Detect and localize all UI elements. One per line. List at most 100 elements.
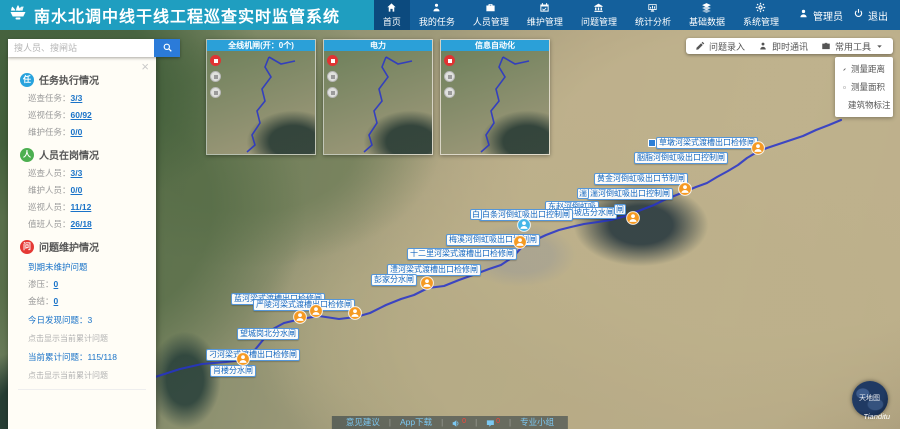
map-label[interactable]: 望城岗北分水闸: [237, 328, 299, 340]
nav-item-维护管理[interactable]: 维护管理: [518, 0, 572, 30]
section-badge-icon: 任: [20, 73, 34, 87]
minimap-body[interactable]: [441, 51, 549, 154]
minimap-toggle[interactable]: [444, 71, 455, 82]
map-label-chip[interactable]: 闸: [614, 204, 626, 215]
bottom-link-App下载[interactable]: App下载: [400, 416, 432, 429]
search-button[interactable]: [154, 39, 180, 57]
map-label[interactable]: 胭脂河倒虹吸出口控制闸: [634, 152, 728, 164]
minimap-panel-2[interactable]: 电力: [323, 39, 433, 155]
nav-label: 人员管理: [473, 15, 509, 28]
minimap-toggle[interactable]: [210, 71, 221, 82]
dropdown-item-测量距离[interactable]: 测量距离: [835, 60, 893, 78]
label-marker-icon[interactable]: [648, 139, 656, 147]
minimap-body[interactable]: [207, 51, 315, 154]
minimap-panel-1[interactable]: 全线机闸(开：0个): [206, 39, 316, 155]
personnel-marker-orange[interactable]: [348, 306, 362, 320]
tools-icon: [821, 41, 831, 51]
issue-value[interactable]: 0: [54, 296, 59, 306]
personnel-marker-orange[interactable]: [513, 235, 527, 249]
minimap-toggle-active[interactable]: [444, 55, 455, 66]
minimap-title: 电力: [324, 40, 432, 51]
dropdown-item-测量面积[interactable]: 测量面积: [835, 78, 893, 96]
toolbar-item-即时通讯[interactable]: 即时通讯: [758, 40, 808, 53]
dropdown-label: 建筑物标注: [848, 99, 891, 111]
minimap-toggle-active[interactable]: [327, 55, 338, 66]
stat-value[interactable]: 60/92: [71, 110, 92, 120]
section-header: 任任务执行情况: [20, 72, 146, 87]
minimap-toggle-active[interactable]: [210, 55, 221, 66]
section-title: 问题维护情况: [39, 239, 99, 254]
bottom-message-icon-badge[interactable]: 0: [486, 417, 500, 428]
dropdown-item-建筑物标注[interactable]: 建筑物标注: [835, 96, 893, 114]
minimap-panel-3[interactable]: 信息自动化: [440, 39, 550, 155]
user-area[interactable]: 管理员: [788, 0, 853, 30]
stat-value[interactable]: 26/18: [71, 219, 92, 229]
toolbar-item-常用工具[interactable]: 常用工具: [821, 40, 884, 53]
nav-item-我的任务[interactable]: 我的任务: [410, 0, 464, 30]
map-label-chip[interactable]: 白: [470, 209, 482, 220]
logout-label: 退出: [868, 8, 888, 23]
section-title: 任务执行情况: [39, 72, 99, 87]
personnel-marker-orange[interactable]: [420, 276, 434, 290]
map-label[interactable]: 十二里河梁式渡槽出口检修闸: [407, 248, 517, 260]
personnel-marker-orange[interactable]: [236, 352, 250, 366]
gear-icon: [754, 2, 767, 13]
page-title: 南水北调中线干线工程巡查实时监管系统: [34, 3, 340, 27]
search-input[interactable]: [8, 39, 154, 57]
map-label[interactable]: 黄金河倒虹吸出口节制闸: [594, 173, 688, 185]
toolbar-label: 问题录入: [709, 40, 745, 53]
user-name: 管理员: [813, 8, 843, 23]
personnel-marker-orange[interactable]: [678, 182, 692, 196]
logout-button[interactable]: 退出: [853, 0, 900, 30]
bottom-bar: 意见建议|App下载|0|0|专业小组: [332, 416, 568, 429]
home-icon: [385, 2, 398, 13]
map-label[interactable]: 彭家分水闸: [371, 274, 417, 286]
stat-value[interactable]: 3/3: [71, 93, 83, 103]
bottom-link-专业小组[interactable]: 专业小组: [520, 416, 554, 429]
nav-item-人员管理[interactable]: 人员管理: [464, 0, 518, 30]
hint-text: 点击显示当前累计问题: [28, 370, 146, 381]
personnel-marker-orange[interactable]: [293, 310, 307, 324]
today-issues-link[interactable]: 今日发现问题：3: [28, 314, 146, 326]
dropdown-label: 测量面积: [851, 81, 885, 93]
bottom-speaker-icon-badge[interactable]: 0: [452, 417, 466, 428]
nav-label: 维护管理: [527, 15, 563, 28]
map-label[interactable]: 刁河梁式渡槽出口检修闸: [206, 349, 300, 361]
nav-item-问题管理[interactable]: 问题管理: [572, 0, 626, 30]
stat-value[interactable]: 0/0: [71, 185, 83, 195]
minimap-body[interactable]: [324, 51, 432, 154]
map-label[interactable]: 肖楼分水闸: [210, 365, 256, 377]
map-label[interactable]: 湍河倒虹吸出口控制闸: [587, 188, 673, 200]
stat-row: 巡视任务：60/92: [28, 109, 146, 121]
bottom-link-意见建议[interactable]: 意见建议: [346, 416, 380, 429]
nav-item-首页[interactable]: 首页: [374, 0, 410, 30]
minimap-river-line: [207, 51, 315, 154]
brand: 南水北调中线干线工程巡查实时监管系统: [0, 0, 340, 30]
issue-value[interactable]: 0: [54, 279, 59, 289]
toolbar-item-问题录入[interactable]: 问题录入: [695, 40, 745, 53]
map-label-chip[interactable]: 湍: [577, 188, 589, 199]
section-badge-icon: 人: [20, 148, 34, 162]
stat-value[interactable]: 3/3: [71, 168, 83, 178]
nav-item-系统管理[interactable]: 系统管理: [734, 0, 788, 30]
minimap-toggle[interactable]: [210, 87, 221, 98]
personnel-marker-orange[interactable]: [626, 211, 640, 225]
personnel-marker-cyan[interactable]: [517, 218, 531, 232]
section-header: 问问题维护情况: [20, 239, 146, 254]
toolbar-label: 即时通讯: [772, 40, 808, 53]
ruler-icon: [843, 65, 846, 74]
overdue-issues-link[interactable]: 到期未维护问题: [28, 261, 146, 273]
personnel-marker-orange[interactable]: [309, 304, 323, 318]
personnel-marker-orange[interactable]: [751, 141, 765, 155]
stat-value[interactable]: 0/0: [71, 127, 83, 137]
search-icon: [162, 41, 173, 56]
nav-item-基础数据[interactable]: 基础数据: [680, 0, 734, 30]
nav-item-统计分析[interactable]: 统计分析: [626, 0, 680, 30]
cumulative-issues-link[interactable]: 当前累计问题：115/118: [28, 351, 146, 363]
map-label[interactable]: 草墩河梁式渡槽出口检修闸: [656, 137, 758, 149]
minimap-toggle[interactable]: [327, 87, 338, 98]
stat-value[interactable]: 11/12: [71, 202, 92, 212]
close-icon[interactable]: ×: [141, 60, 149, 73]
minimap-toggle[interactable]: [444, 87, 455, 98]
minimap-toggle[interactable]: [327, 71, 338, 82]
